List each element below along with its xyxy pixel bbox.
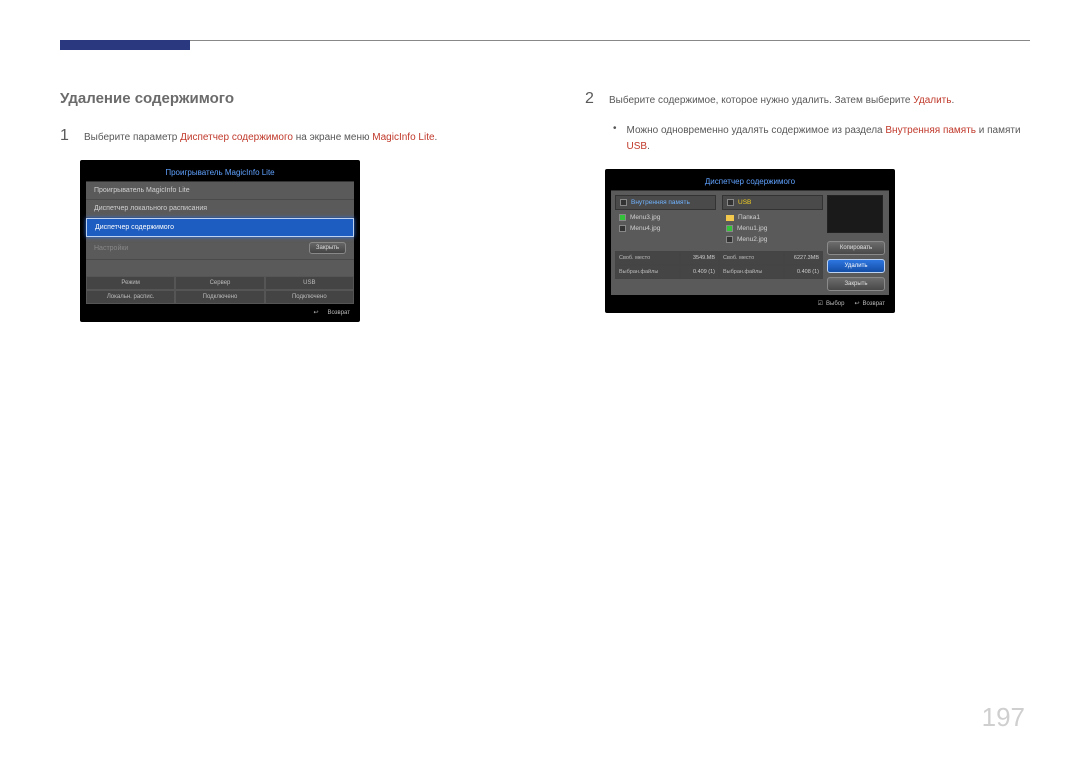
cm-internal-list: Menu3.jpg Menu4.jpg: [615, 210, 716, 236]
list-item[interactable]: Menu1.jpg: [722, 223, 823, 234]
checkbox-checked-icon[interactable]: [619, 214, 626, 221]
cm-usb-header[interactable]: USB: [722, 195, 823, 210]
stat-sel2-value: 0.408 (1): [784, 265, 823, 279]
stat-free1-label: Своб. место: [615, 251, 680, 265]
screenshot-magicinfo-menu: Проигрыватель MagicInfo Lite Проигрывате…: [80, 160, 360, 322]
file-name: Menu3.jpg: [630, 214, 660, 221]
shot2-footer: Выбор Возврат: [611, 295, 889, 307]
header-accent-bar: [60, 40, 190, 50]
stat-free2-value: 6227.3MB: [784, 251, 823, 265]
step-1-text-post: .: [435, 132, 438, 143]
select-label: Выбор: [826, 301, 844, 307]
cm-usb-title: USB: [738, 199, 751, 206]
step-2-text-post: .: [951, 95, 954, 106]
right-column: 2 Выберите содержимое, которое нужно уда…: [585, 90, 1030, 322]
content-manager-body: Внутренняя память Menu3.jpg Menu4.jpg: [611, 191, 889, 295]
info-mode-header: Режим: [86, 276, 175, 290]
folder-icon: [726, 215, 734, 221]
step-2-red: Удалить: [913, 95, 951, 106]
cm-left-panel: Внутренняя память Menu3.jpg Menu4.jpg: [615, 195, 823, 291]
stat-free1-value: 3549.MB: [680, 251, 719, 265]
delete-button[interactable]: Удалить: [827, 259, 885, 273]
step-2-text-pre: Выберите содержимое, которое нужно удали…: [609, 95, 913, 106]
stat-sel2-label: Выбран.файлы: [719, 265, 784, 279]
stat-free2-label: Своб. место: [719, 251, 784, 265]
cm-stats: Своб. место 3549.MB Своб. место 6227.3MB…: [615, 251, 823, 279]
step-2-bullet-text: Можно одновременно удалять содержимое из…: [627, 123, 1030, 155]
select-icon: [818, 301, 826, 307]
menu-item-settings-label: Настройки: [94, 245, 128, 252]
info-server-value: Подключено: [175, 290, 264, 304]
step-1-text-pre: Выберите параметр: [84, 132, 180, 143]
menu-item-player[interactable]: Проигрыватель MagicInfo Lite: [86, 182, 354, 200]
step-2-text: Выберите содержимое, которое нужно удали…: [609, 93, 954, 109]
step-2-bullet: • Можно одновременно удалять содержимое …: [613, 123, 1030, 155]
checkbox-icon[interactable]: [620, 199, 627, 206]
file-name: Menu1.jpg: [737, 225, 767, 232]
shot1-return-label: Возврат: [328, 310, 351, 316]
file-name: Menu4.jpg: [630, 225, 660, 232]
stat-sel1-label: Выбран.файлы: [615, 265, 680, 279]
shot1-menu-list: Проигрыватель MagicInfo Lite Диспетчер л…: [86, 182, 354, 304]
shot1-title: Проигрыватель MagicInfo Lite: [86, 166, 354, 182]
bullet-red-2: USB: [627, 141, 648, 152]
bullet-dot-icon: •: [613, 123, 617, 155]
bullet-red-1: Внутренняя память: [885, 125, 976, 136]
cm-internal-title: Внутренняя память: [631, 199, 690, 206]
menu-item-settings-row[interactable]: Настройки Закрыть: [86, 237, 354, 260]
header-rule: [60, 40, 1030, 41]
info-usb-value: Подключено: [265, 290, 354, 304]
shot1-info-table: Режим Сервер USB Локальн. распис. Подклю…: [86, 276, 354, 304]
list-item[interactable]: Menu3.jpg: [615, 212, 716, 223]
section-title: Удаление содержимого: [60, 90, 505, 107]
return-icon: [313, 309, 321, 316]
step-1-text-mid: на экране меню: [293, 132, 372, 143]
screenshot-content-manager: Диспетчер содержимого Внутренняя память: [605, 169, 895, 313]
step-1-text: Выберите параметр Диспетчер содержимого …: [84, 130, 437, 146]
checkbox-icon[interactable]: [727, 199, 734, 206]
left-column: Удаление содержимого 1 Выберите параметр…: [60, 90, 505, 322]
bullet-mid: и памяти: [976, 125, 1021, 136]
step-2-number: 2: [585, 90, 597, 108]
checkbox-icon[interactable]: [726, 236, 733, 243]
stat-sel1-value: 0.409 (1): [680, 265, 719, 279]
shot2-title: Диспетчер содержимого: [611, 175, 889, 191]
step-2: 2 Выберите содержимое, которое нужно уда…: [585, 90, 1030, 109]
copy-button[interactable]: Копировать: [827, 241, 885, 255]
step-1-red-1: Диспетчер содержимого: [180, 132, 293, 143]
checkbox-checked-icon[interactable]: [726, 225, 733, 232]
menu-item-local-schedule[interactable]: Диспетчер локального расписания: [86, 200, 354, 218]
cm-usb-list: Папка1 Menu1.jpg Menu2.jpg: [722, 210, 823, 247]
list-item[interactable]: Menu2.jpg: [722, 234, 823, 245]
info-server-header: Сервер: [175, 276, 264, 290]
preview-box: [827, 195, 883, 233]
cm-col-internal: Внутренняя память Menu3.jpg Menu4.jpg: [615, 195, 716, 247]
cm-right-panel: Копировать Удалить Закрыть: [827, 195, 885, 291]
file-name: Menu2.jpg: [737, 236, 767, 243]
list-item[interactable]: Папка1: [722, 212, 823, 223]
return-icon: [854, 301, 862, 307]
page-number: 197: [982, 702, 1025, 733]
info-mode-value: Локальн. распис.: [86, 290, 175, 304]
close-button[interactable]: Закрыть: [827, 277, 885, 291]
return-label: Возврат: [863, 301, 886, 307]
menu-item-content-manager[interactable]: Диспетчер содержимого: [86, 218, 354, 237]
close-button[interactable]: Закрыть: [309, 242, 346, 254]
step-1-number: 1: [60, 127, 72, 145]
list-item[interactable]: Menu4.jpg: [615, 223, 716, 234]
step-1-red-2: MagicInfo Lite: [372, 132, 434, 143]
select-hint: Выбор: [818, 300, 845, 307]
bullet-pre: Можно одновременно удалять содержимое из…: [627, 125, 886, 136]
shot1-footer: Возврат: [86, 304, 354, 316]
return-hint: Возврат: [854, 300, 885, 307]
cm-col-usb: USB Папка1 Menu1.jpg: [722, 195, 823, 247]
checkbox-icon[interactable]: [619, 225, 626, 232]
info-usb-header: USB: [265, 276, 354, 290]
cm-internal-header[interactable]: Внутренняя память: [615, 195, 716, 210]
folder-name: Папка1: [738, 214, 760, 221]
bullet-post: .: [647, 141, 650, 152]
step-1: 1 Выберите параметр Диспетчер содержимог…: [60, 127, 505, 146]
